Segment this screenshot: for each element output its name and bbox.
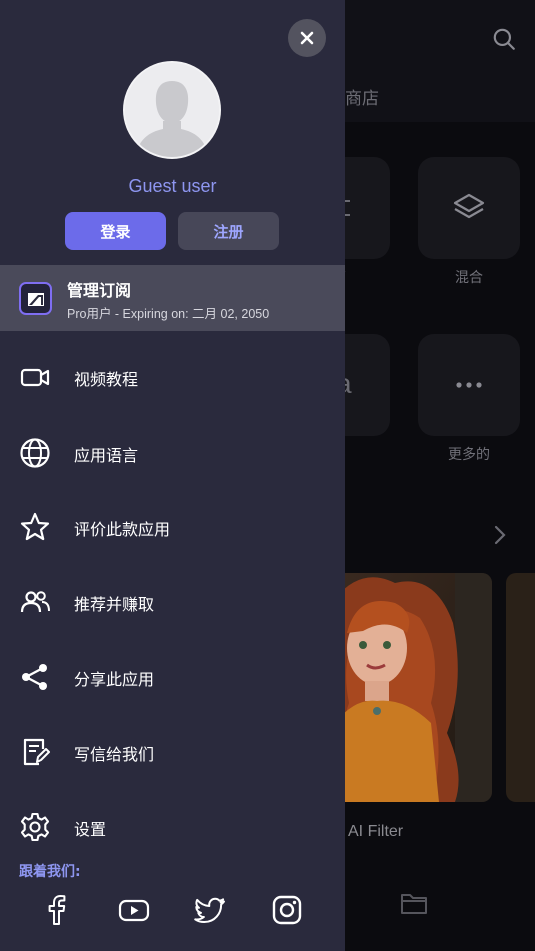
globe-icon [20, 438, 50, 468]
facebook-icon[interactable] [40, 893, 74, 927]
app-logo-icon [19, 282, 52, 315]
avatar[interactable] [123, 61, 221, 159]
menu-label: 评价此款应用 [74, 520, 171, 539]
bg-tile-more[interactable] [418, 334, 520, 436]
chevron-right-icon[interactable] [489, 524, 511, 546]
menu-label: 应用语言 [74, 446, 139, 465]
bg-tile-label: 混合 [455, 270, 483, 286]
close-button[interactable] [288, 19, 326, 57]
menu-item-language[interactable]: 应用语言 [0, 425, 345, 481]
more-dots-icon [456, 382, 482, 388]
subscription-detail: Pro用户 - Expiring on: 二月 02, 2050 [67, 307, 270, 321]
menu-item-write-us[interactable]: 写信给我们 [0, 724, 345, 780]
twitter-icon[interactable] [193, 893, 227, 927]
card-label: AI Filter [348, 823, 404, 840]
gear-icon [20, 812, 50, 842]
ai-filter-card-image[interactable] [335, 573, 492, 802]
menu-item-share-app[interactable]: 分享此应用 [0, 649, 345, 705]
menu-label: 视频教程 [74, 370, 139, 389]
user-name: Guest user [128, 176, 217, 196]
share-icon [22, 664, 47, 690]
login-button[interactable]: 登录 [65, 212, 166, 250]
manage-subscription-item[interactable]: 管理订阅 Pro用户 - Expiring on: 二月 02, 2050 [0, 265, 345, 331]
close-icon [300, 31, 314, 45]
menu-label: 分享此应用 [74, 670, 155, 689]
bg-tile-blend[interactable] [418, 157, 520, 259]
menu-label: 写信给我们 [74, 745, 155, 764]
menu-label: 设置 [74, 820, 107, 839]
menu-item-rate-app[interactable]: 评价此款应用 [0, 499, 345, 555]
star-icon [20, 512, 50, 541]
layers-icon [453, 193, 485, 219]
menu-item-refer-earn[interactable]: 推荐并赚取 [0, 574, 345, 630]
follow-us-label: 跟着我们: [19, 864, 81, 880]
portrait-image [335, 573, 492, 802]
instagram-icon[interactable] [270, 893, 304, 927]
youtube-icon[interactable] [117, 893, 151, 927]
users-icon [20, 591, 50, 613]
folder-icon[interactable] [399, 888, 429, 918]
next-card-preview[interactable] [506, 573, 535, 802]
user-silhouette-icon [125, 63, 219, 157]
side-drawer: Guest user 登录 注册 管理订阅 Pro用户 - Expiring o… [0, 0, 345, 951]
menu-label: 推荐并赚取 [74, 595, 155, 614]
bg-tab-store[interactable]: 商店 [345, 84, 379, 109]
register-button[interactable]: 注册 [178, 212, 279, 250]
menu-item-settings[interactable]: 设置 [0, 799, 345, 855]
menu-item-video-tutorial[interactable]: 视频教程 [0, 349, 345, 405]
subscription-title: 管理订阅 [67, 281, 132, 300]
video-camera-icon [20, 368, 50, 387]
bg-tile-label: 更多的 [448, 447, 490, 463]
search-icon[interactable] [491, 26, 517, 52]
edit-note-icon [23, 738, 50, 766]
